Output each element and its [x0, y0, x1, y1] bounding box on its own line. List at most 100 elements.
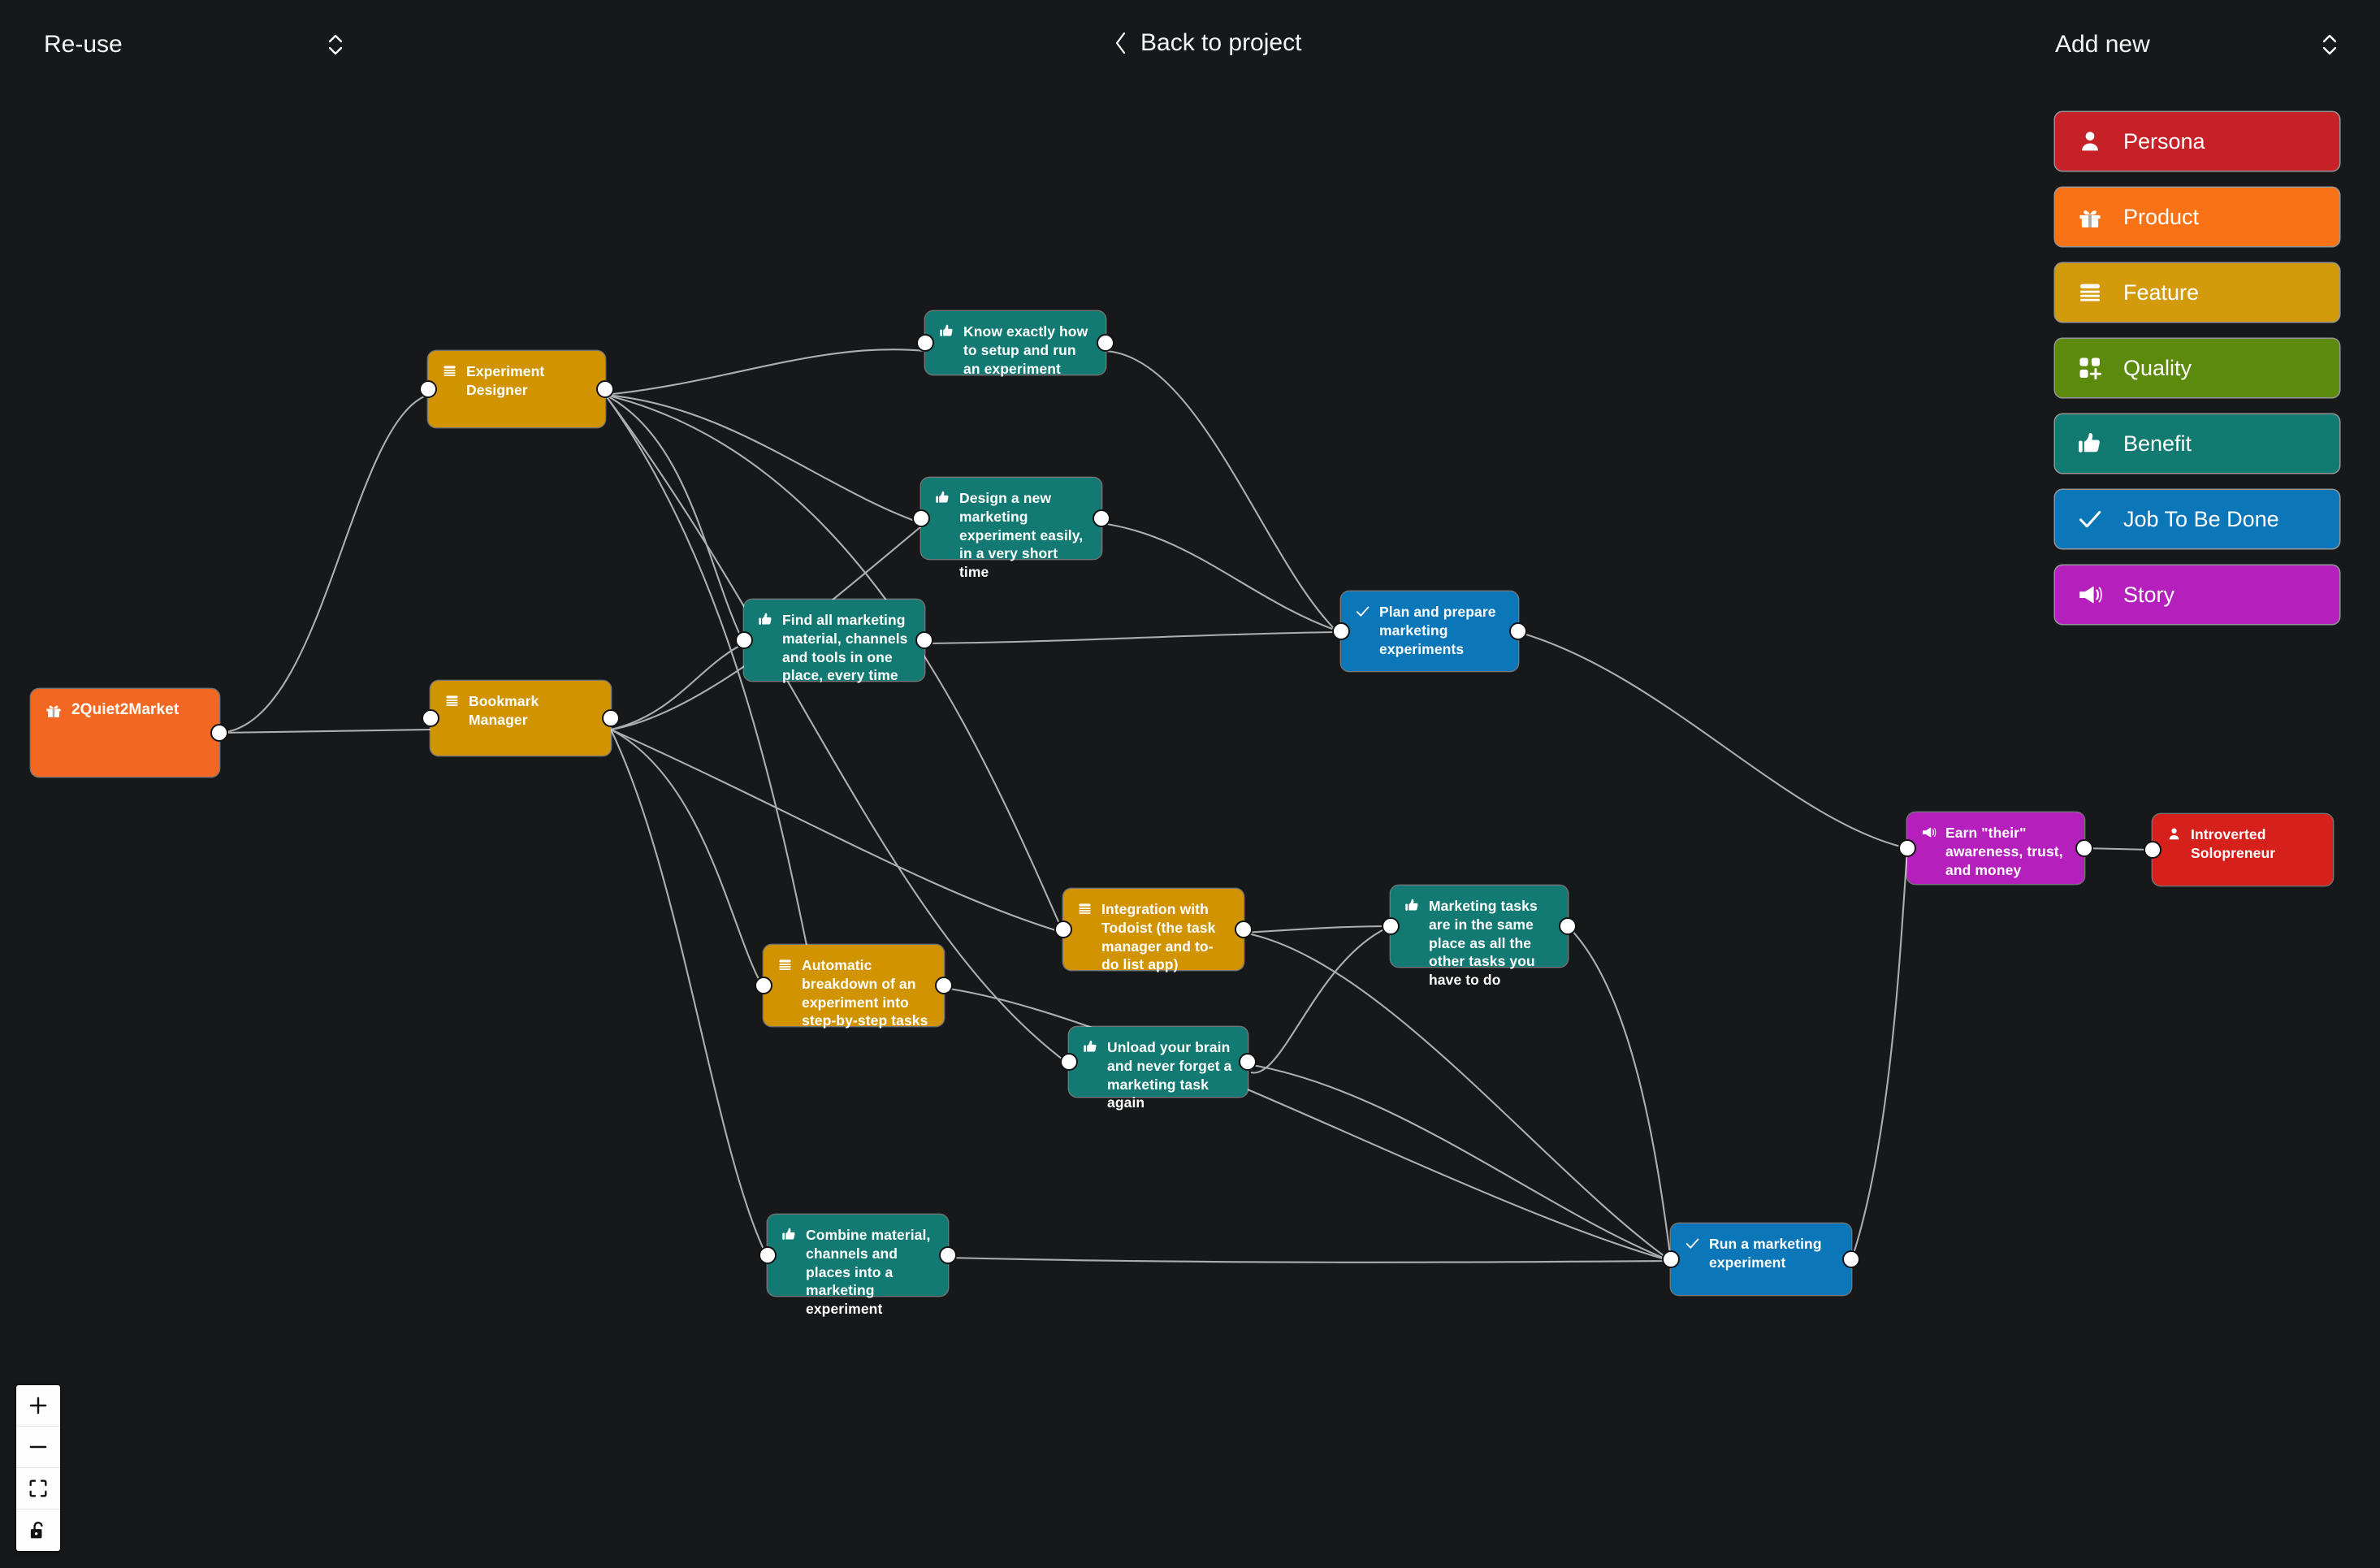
stacked-lines-icon [1079, 903, 1091, 914]
node-handle-left[interactable] [1060, 1053, 1078, 1071]
back-to-project-button[interactable]: Back to project [1113, 29, 1301, 57]
add-new-label: Add new [2055, 31, 2150, 58]
add-button-label: Job To Be Done [2123, 506, 2279, 531]
node-handle-right[interactable] [1239, 1053, 1257, 1071]
thumbs-up-icon [2076, 430, 2104, 457]
node-handle-left[interactable] [912, 509, 930, 527]
node-handle-right[interactable] [939, 1246, 957, 1264]
thumbs-up-icon [759, 613, 772, 625]
node-handle-left[interactable] [422, 709, 439, 727]
gift-icon [2079, 210, 2101, 227]
thumbs-up-icon [781, 1227, 797, 1242]
check-icon [1355, 604, 1370, 619]
add-product-button[interactable]: Product [2055, 188, 2339, 246]
back-to-project-label: Back to project [1140, 29, 1302, 56]
node-label: Find all marketing material, channels an… [782, 612, 908, 684]
node-handle-right[interactable] [935, 977, 953, 994]
person-icon [2082, 132, 2098, 151]
node-handle-left[interactable] [735, 631, 753, 649]
check-icon [1685, 1238, 1699, 1249]
node-handle-left[interactable] [419, 380, 437, 398]
zoom-out-button[interactable] [16, 1427, 60, 1468]
canvas-node-planprep[interactable]: Plan and prepare marketing experiments [1332, 591, 1527, 671]
add-button-label: Feature [2123, 279, 2200, 305]
node-label: Know exactly how to setup and run an exp… [963, 323, 1088, 377]
node-handle-right[interactable] [1842, 1250, 1860, 1268]
canvas-node-knowexact[interactable]: Know exactly how to setup and run an exp… [916, 311, 1114, 377]
person-icon [2166, 826, 2182, 842]
thumbs-up-icon [940, 324, 953, 336]
check-icon [1685, 1236, 1700, 1251]
unlock-icon [30, 1521, 43, 1538]
node-handle-right[interactable] [1509, 622, 1527, 640]
node-handle-left[interactable] [1662, 1250, 1680, 1268]
node-handle-right[interactable] [596, 380, 614, 398]
node-handle-right[interactable] [1097, 334, 1114, 352]
canvas-node-autobreak[interactable]: Automatic breakdown of an experiment int… [755, 945, 953, 1029]
node-handle-right[interactable] [915, 631, 933, 649]
person-icon [2169, 828, 2179, 840]
add-new-collapse-toggle[interactable] [2320, 31, 2339, 58]
thumbs-up-icon [1404, 898, 1420, 913]
node-handle-right[interactable] [2075, 839, 2093, 857]
add-benefit-button[interactable]: Benefit [2055, 414, 2339, 473]
canvas-node-bookmark[interactable]: Bookmark Manager [422, 681, 620, 756]
canvas-node-expdesign[interactable]: Experiment Designer [419, 351, 614, 427]
add-button-label: Quality [2123, 355, 2192, 380]
node-label: Bookmark Manager [469, 693, 539, 728]
chevron-up-down-icon [328, 34, 342, 55]
node-handle-right[interactable] [210, 724, 228, 742]
add-button-label: Persona [2123, 128, 2205, 154]
stacked-lines-icon [444, 693, 460, 708]
canvas-node-mktasks[interactable]: Marketing tasks are in the same place as… [1382, 886, 1577, 988]
canvas-node-runexp[interactable]: Run a marketing experiment [1662, 1224, 1860, 1295]
thumbs-up-icon [939, 323, 954, 339]
canvas-node-earn[interactable]: Earn "their" awareness, trust, and money [1898, 812, 2093, 884]
node-handle-left[interactable] [1054, 920, 1072, 938]
node-handle-right[interactable] [1235, 920, 1253, 938]
check-icon [2079, 510, 2101, 528]
node-handle-left[interactable] [916, 334, 934, 352]
lock-button[interactable] [16, 1510, 60, 1551]
node-handle-left[interactable] [759, 1246, 777, 1264]
add-story-button[interactable]: Story [2055, 565, 2339, 624]
thumbs-up-icon [758, 612, 773, 627]
canvas-node-product[interactable]: 2Quiet2Market [31, 689, 228, 777]
node-handle-left[interactable] [1332, 622, 1350, 640]
node-handle-left[interactable] [2144, 841, 2161, 859]
canvas-node-combine[interactable]: Combine material, channels and places in… [759, 1215, 957, 1317]
node-handle-left[interactable] [1382, 917, 1400, 935]
node-handle-right[interactable] [602, 709, 620, 727]
node-handle-right[interactable] [1559, 917, 1577, 935]
node-handle-left[interactable] [1898, 839, 1916, 857]
canvas-node-persona[interactable]: Introverted Solopreneur [2144, 814, 2333, 886]
node-label: Unload your brain and never forget a mar… [1107, 1039, 1232, 1111]
add-quality-button[interactable]: Quality [2055, 339, 2339, 397]
node-label: Run a marketing experiment [1709, 1236, 1822, 1271]
add-feature-button[interactable]: Feature [2055, 263, 2339, 322]
canvas-node-unload[interactable]: Unload your brain and never forget a mar… [1060, 1027, 1257, 1111]
zoom-in-button[interactable] [16, 1385, 60, 1427]
thumbs-up-icon [2079, 433, 2100, 453]
thumbs-up-icon [935, 490, 950, 505]
node-label: Introverted Solopreneur [2191, 826, 2276, 861]
thumbs-up-icon [1083, 1039, 1098, 1055]
stacked-lines-icon [2080, 284, 2100, 301]
node-label: Marketing tasks are in the same place as… [1429, 898, 1538, 988]
add-job-to-be-done-button[interactable]: Job To Be Done [2055, 490, 2339, 548]
check-icon [1356, 606, 1370, 617]
node-handle-left[interactable] [755, 977, 772, 994]
grid-plus-icon [2076, 354, 2104, 382]
stacked-lines-icon [2076, 279, 2104, 306]
reuse-collapse-toggle[interactable] [326, 31, 345, 58]
fit-view-button[interactable] [16, 1468, 60, 1510]
add-persona-button[interactable]: Persona [2055, 112, 2339, 171]
thumbs-up-icon [936, 491, 949, 503]
canvas-node-findall[interactable]: Find all marketing material, channels an… [735, 600, 933, 683]
canvas-node-todoist[interactable]: Integration with Todoist (the task manag… [1054, 889, 1253, 972]
check-icon [2076, 505, 2104, 533]
stacked-lines-icon [777, 957, 793, 972]
node-handle-right[interactable] [1093, 509, 1110, 527]
canvas-node-designnew[interactable]: Design a new marketing experiment easily… [912, 478, 1110, 580]
thumbs-up-icon [782, 1228, 795, 1240]
